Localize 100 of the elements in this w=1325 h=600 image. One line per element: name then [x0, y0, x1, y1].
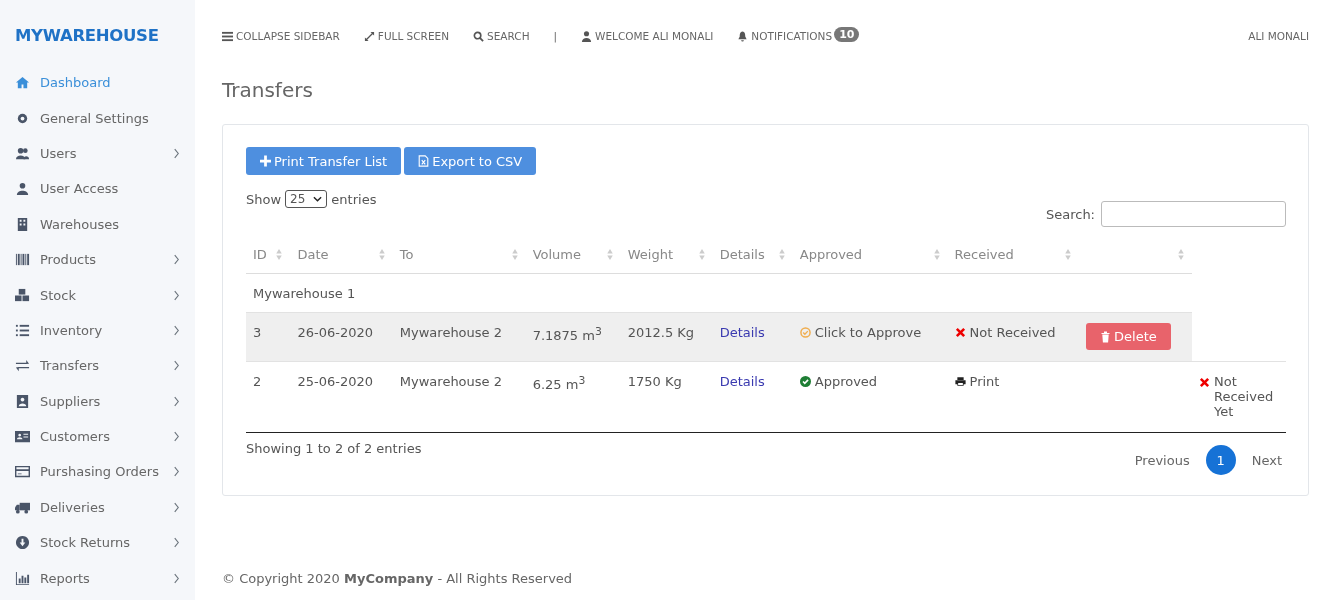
plus-icon	[260, 155, 271, 167]
table-cell: 1750 Kg	[627, 374, 682, 389]
sidebar-item[interactable]: Stock Returns	[15, 525, 180, 561]
sidebar-item[interactable]: Purshasing Orders	[15, 454, 180, 490]
column-header[interactable]: Date	[290, 235, 393, 274]
sort-icon	[276, 248, 283, 260]
show-label: Show	[246, 191, 282, 207]
table-cell: 3	[253, 325, 262, 340]
contact-book-icon	[15, 393, 30, 409]
received-status: Not Received Yet	[1214, 374, 1275, 419]
chevron-right-icon	[173, 431, 180, 443]
swap-arrows-icon	[15, 358, 30, 374]
details-link[interactable]: Details	[719, 374, 765, 389]
chevron-right-icon	[173, 537, 180, 549]
sidebar-item[interactable]: Stock	[15, 277, 180, 313]
chevron-right-icon	[173, 324, 180, 336]
table-cell: 7.1875 m$^{3}$	[532, 328, 602, 344]
sidebar-item[interactable]: Transfers	[15, 348, 180, 384]
sidebar-item[interactable]: Dashboard	[15, 65, 180, 101]
table-cell: Mywarehouse 2	[399, 374, 502, 389]
table-info: Showing 1 to 2 of 2 entries	[246, 441, 422, 458]
cross-icon	[954, 327, 966, 338]
delete-button[interactable]: Delete	[1086, 323, 1171, 350]
sort-icon	[511, 248, 518, 260]
separator: |	[553, 30, 558, 42]
page-title: Transfers	[222, 78, 314, 102]
sidebar-item[interactable]: Products	[15, 241, 180, 278]
chevron-right-icon	[173, 395, 180, 407]
group-label: Mywarehouse 1	[253, 285, 356, 301]
chevron-right-icon	[173, 147, 180, 159]
column-header[interactable]: To	[392, 235, 526, 274]
approve-link[interactable]: Click to Approve	[814, 325, 922, 340]
collapse-sidebar-link[interactable]: COLLAPSE SIDEBAR	[222, 30, 340, 42]
sidebar-item[interactable]: Inventory	[15, 312, 180, 349]
column-header[interactable]: Details	[712, 235, 793, 274]
cubes-icon	[15, 287, 30, 303]
notifications-link[interactable]: NOTIFICATIONS	[737, 30, 833, 42]
column-header[interactable]: Received	[947, 235, 1080, 274]
sort-icon	[378, 248, 385, 260]
column-header[interactable]: ID	[246, 235, 291, 274]
caret-icon	[313, 196, 323, 202]
chevron-right-icon	[173, 501, 180, 513]
check-circle-icon	[799, 376, 811, 387]
sidebar-item[interactable]: Reports	[15, 560, 180, 596]
menu-icon	[222, 30, 233, 42]
approved-status: Approved	[814, 374, 878, 389]
next-page-link[interactable]: Next	[1247, 452, 1286, 468]
user-icon	[15, 181, 30, 197]
print-transfer-list-button[interactable]: Print Transfer List	[246, 147, 402, 175]
user-menu-link[interactable]: ALI MONALI	[1248, 30, 1309, 42]
details-link[interactable]: Details	[719, 325, 765, 340]
chevron-right-icon	[173, 466, 180, 478]
sidebar-item[interactable]: General Settings	[15, 100, 180, 136]
expand-icon	[363, 30, 375, 42]
export-csv-button[interactable]: Export to CSV	[404, 147, 537, 175]
column-header[interactable]: Volume	[525, 235, 621, 274]
sidebar-item[interactable]: Users	[15, 135, 180, 172]
notification-count: 10	[834, 26, 860, 42]
column-header[interactable]: Approved	[792, 235, 948, 274]
brand-logo: MYWAREHOUSE	[15, 26, 160, 45]
trash-icon	[1100, 330, 1112, 343]
sort-icon	[1065, 248, 1072, 260]
column-header[interactable]: Weight	[620, 235, 713, 274]
print-link[interactable]: Print	[969, 374, 1000, 389]
chevron-right-icon	[173, 254, 180, 266]
entries-label: entries	[331, 191, 377, 207]
sort-icon	[1178, 248, 1184, 260]
table-cell: 26-06-2020	[297, 325, 373, 340]
sort-icon	[933, 248, 940, 260]
bar-chart-icon	[15, 570, 30, 586]
sidebar-item[interactable]: Warehouses	[15, 206, 180, 242]
search-field[interactable]	[1101, 201, 1286, 227]
sidebar-item[interactable]: User Access	[15, 171, 180, 207]
page-button[interactable]: 1	[1205, 445, 1236, 475]
chevron-right-icon	[173, 289, 180, 301]
printer-icon	[954, 376, 966, 387]
previous-page-link[interactable]: Previous	[1130, 452, 1194, 468]
file-icon	[418, 155, 430, 167]
table-cell: 2012.5 Kg	[627, 325, 695, 340]
home-icon	[15, 75, 30, 91]
table-cell: Mywarehouse 2	[399, 325, 502, 340]
sidebar-item[interactable]: Deliveries	[15, 489, 180, 526]
barcode-icon	[15, 252, 30, 268]
check-circle-icon	[799, 327, 811, 338]
sort-icon	[698, 248, 705, 260]
full-screen-link[interactable]: FULL SCREEN	[363, 30, 450, 42]
chevron-right-icon	[173, 360, 180, 372]
users-icon	[15, 145, 30, 161]
search-label: Search:	[1045, 206, 1095, 222]
chevron-right-icon	[173, 572, 180, 584]
entries-select[interactable]: 25	[285, 190, 328, 208]
table-cell: 6.25 m$^{3}$	[532, 377, 586, 393]
sidebar-item[interactable]: Customers	[15, 418, 180, 455]
copyright-text: © Copyright 2020 MyCompany - All Rights Reserved	[222, 571, 573, 586]
received-status: Not Received	[969, 325, 1056, 340]
search-link[interactable]: SEARCH	[473, 30, 530, 42]
welcome-link[interactable]: WELCOME ALI MONALI	[581, 30, 714, 42]
building-icon	[15, 216, 30, 232]
sidebar-item[interactable]: Suppliers	[15, 383, 180, 419]
table-cell: 25-06-2020	[297, 374, 373, 389]
